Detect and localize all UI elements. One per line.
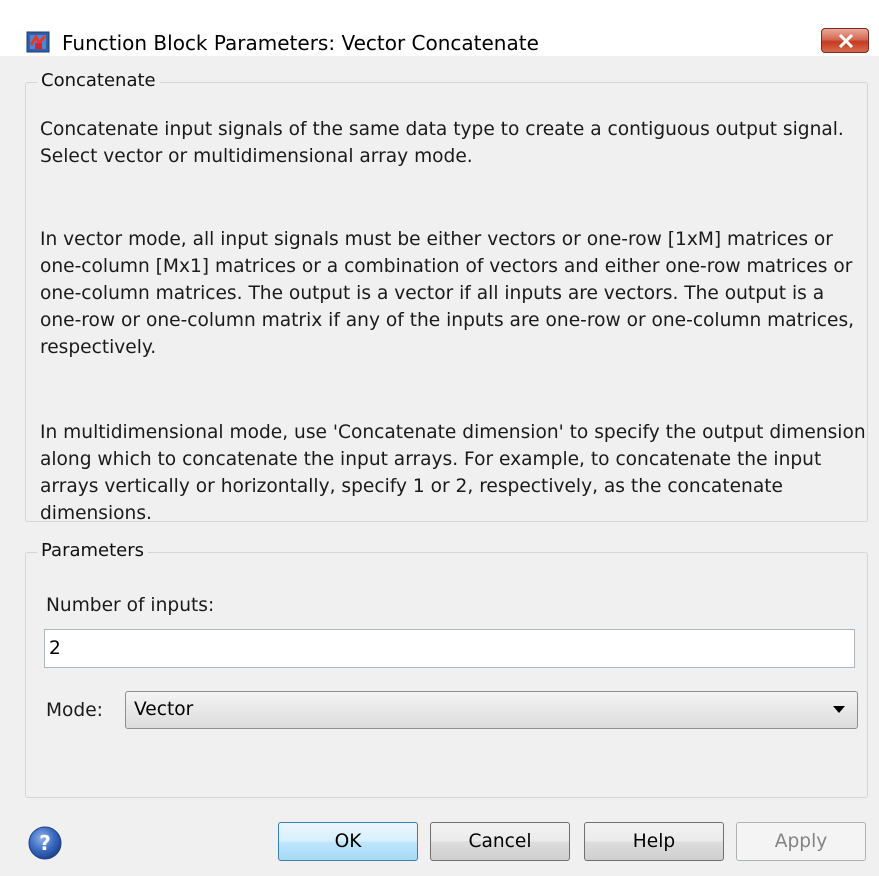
- simulink-block-icon: [26, 31, 50, 53]
- number-of-inputs-field[interactable]: 2: [44, 629, 855, 668]
- cancel-button[interactable]: Cancel: [430, 822, 570, 861]
- help-button[interactable]: Help: [584, 822, 724, 861]
- close-button[interactable]: [821, 28, 869, 53]
- svg-text:?: ?: [39, 831, 51, 855]
- number-of-inputs-label: Number of inputs:: [46, 595, 215, 616]
- description-group-title: Concatenate: [37, 70, 160, 92]
- parameters-group-title: Parameters: [37, 540, 149, 562]
- dialog-window: Function Block Parameters: Vector Concat…: [0, 0, 879, 876]
- mode-select-value: Vector: [134, 699, 194, 720]
- apply-button[interactable]: Apply: [736, 822, 866, 861]
- close-icon: [838, 34, 854, 48]
- mode-label: Mode:: [46, 700, 103, 721]
- title-bar: Function Block Parameters: Vector Concat…: [0, 0, 879, 56]
- ok-button[interactable]: OK: [278, 822, 418, 861]
- chevron-down-icon: [833, 706, 845, 713]
- description-paragraph-1: Concatenate input signals of the same da…: [40, 119, 844, 167]
- help-icon[interactable]: ?: [28, 826, 62, 860]
- mode-select[interactable]: Vector: [125, 691, 858, 729]
- description-paragraph-3: In multidimensional mode, use 'Concatena…: [40, 422, 866, 524]
- window-title: Function Block Parameters: Vector Concat…: [62, 31, 539, 55]
- parameters-group: [25, 552, 868, 798]
- description-paragraph-2: In vector mode, all input signals must b…: [40, 229, 855, 358]
